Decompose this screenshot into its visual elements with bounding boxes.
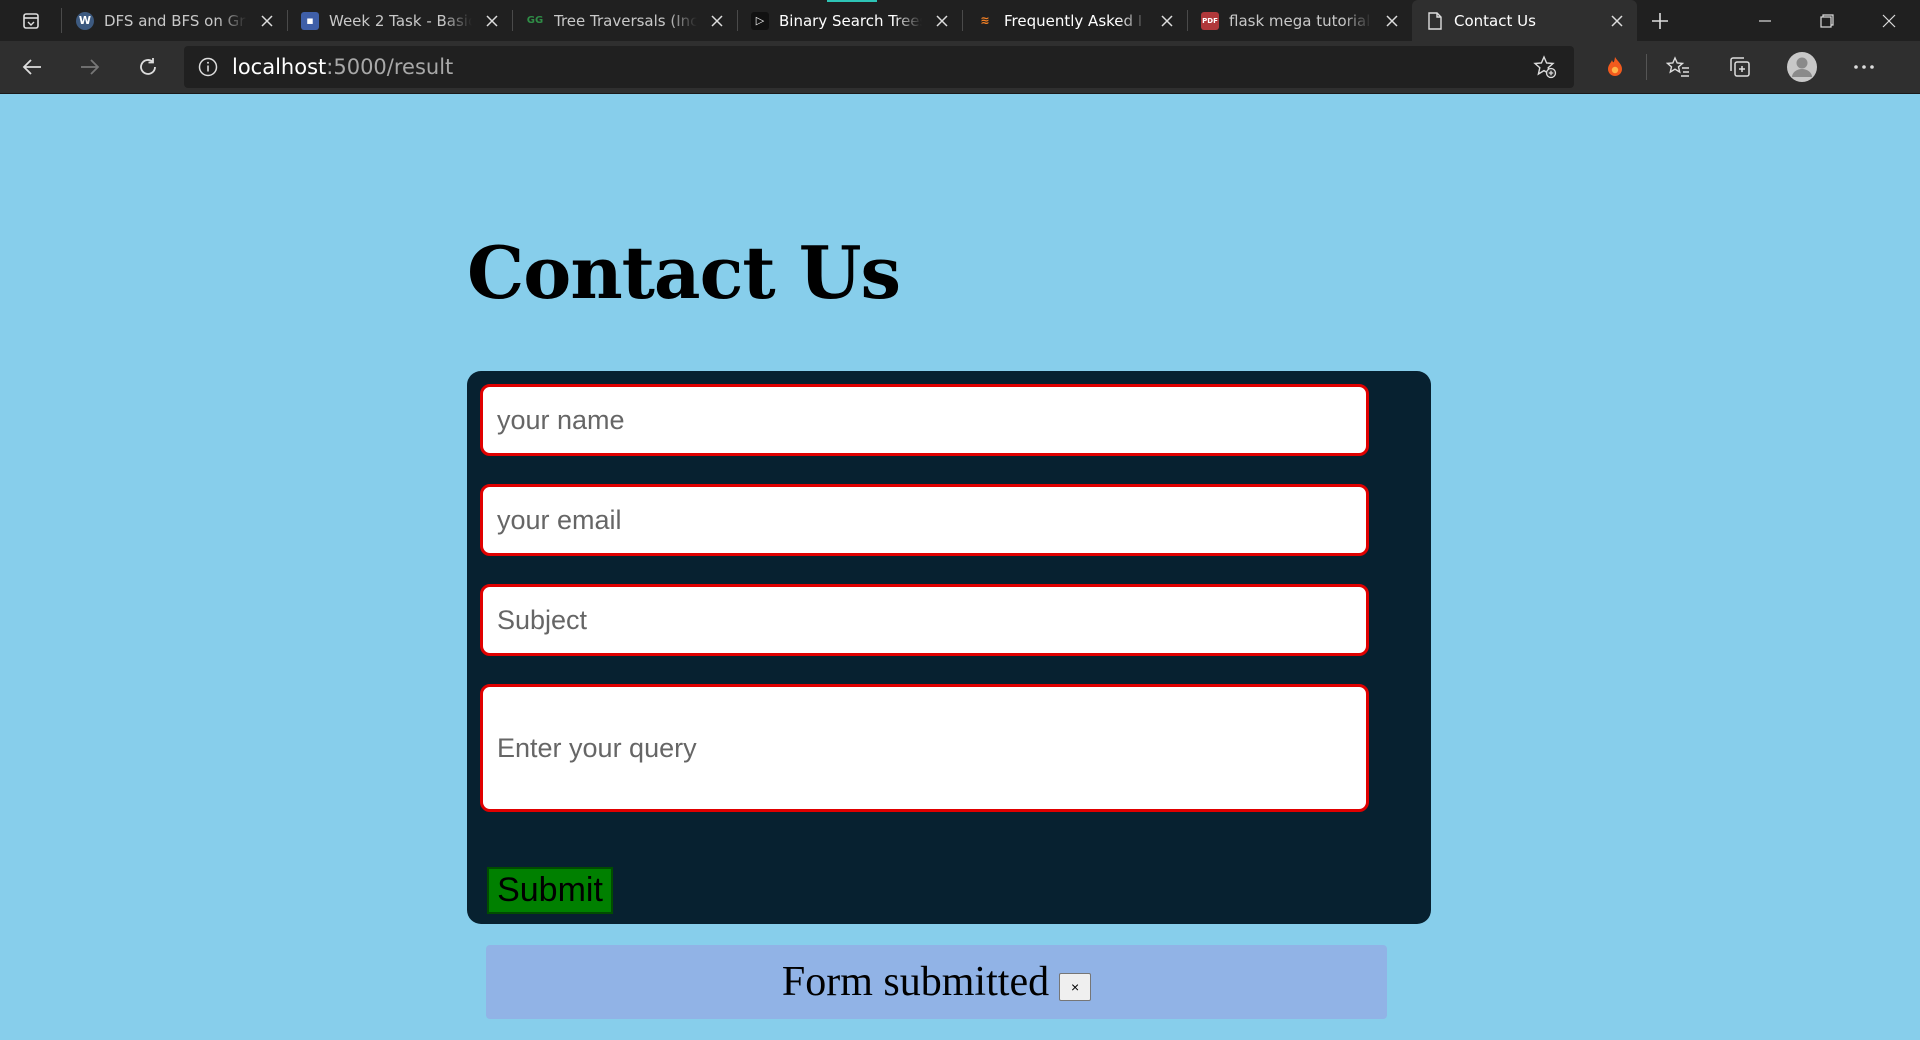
stack-icon: ≋	[980, 14, 990, 27]
new-tab-button[interactable]	[1637, 0, 1683, 41]
page-icon	[1426, 11, 1444, 30]
minimize-icon	[1759, 19, 1771, 22]
subject-input[interactable]	[480, 584, 1369, 656]
tab-title: Contact Us	[1454, 11, 1536, 30]
tab-title: Tree Traversals (Inc	[554, 11, 697, 30]
star-plus-icon	[1533, 55, 1557, 79]
collections-button[interactable]	[1709, 47, 1771, 87]
tab-title: DFS and BFS on Gr	[104, 11, 246, 30]
more-dots-icon	[1854, 65, 1874, 69]
submit-button[interactable]: Submit	[487, 867, 613, 914]
refresh-button[interactable]	[122, 47, 174, 87]
profile-button[interactable]	[1771, 47, 1833, 87]
extension-button[interactable]	[1584, 47, 1646, 87]
alert-message: Form submitted	[781, 959, 1050, 1005]
avatar-icon	[1787, 52, 1817, 82]
tab-title: flask mega tutorial	[1229, 11, 1371, 30]
pdf-icon: PDF	[1201, 11, 1219, 30]
query-textarea[interactable]	[480, 684, 1369, 812]
info-icon	[198, 57, 218, 77]
tab-week2-task[interactable]: ▪ Week 2 Task - Basic	[287, 0, 512, 41]
tab-contact-us[interactable]: Contact Us	[1412, 0, 1637, 41]
favorites-button[interactable]	[1647, 47, 1709, 87]
close-tab-icon[interactable]	[1382, 11, 1402, 31]
collections-icon	[1730, 57, 1750, 77]
refresh-icon	[140, 58, 156, 75]
tab-binary-search-trees[interactable]: ▷ Binary Search Trees	[737, 0, 962, 41]
tab-strip: W DFS and BFS on Gr ▪ Week 2 Task - Basi…	[0, 0, 1920, 41]
form-submitted-alert: Form submitted ×	[486, 945, 1387, 1019]
tab-title: Week 2 Task - Basic	[329, 11, 472, 30]
back-button[interactable]	[6, 47, 58, 87]
url-host: localhost	[232, 55, 327, 79]
forward-button[interactable]	[64, 47, 116, 87]
name-input[interactable]	[480, 384, 1369, 456]
close-tab-icon[interactable]	[1157, 11, 1177, 31]
page-title: Contact Us	[467, 230, 901, 315]
plus-icon	[1652, 12, 1668, 29]
close-tab-icon[interactable]	[257, 11, 277, 31]
close-tab-icon[interactable]	[932, 11, 952, 31]
email-input[interactable]	[480, 484, 1369, 556]
url-path: :5000/result	[326, 55, 454, 79]
wordpress-icon: W	[76, 11, 94, 30]
profile-card-icon: ▪	[301, 11, 319, 30]
tabstrip-spacer	[1683, 0, 1734, 41]
gfg-icon: GG	[526, 15, 544, 26]
arrow-right-icon	[81, 59, 100, 75]
address-bar[interactable]: localhost:5000/result	[184, 46, 1574, 88]
arrow-left-icon	[22, 59, 41, 75]
restore-icon	[1820, 13, 1834, 28]
tab-frequently-asked[interactable]: ≋ Frequently Asked I	[962, 0, 1187, 41]
minimize-button[interactable]	[1734, 0, 1796, 41]
tab-dfs-bfs[interactable]: W DFS and BFS on Gr	[62, 0, 287, 41]
tab-title: Binary Search Trees	[779, 11, 922, 30]
add-favorite-button[interactable]	[1530, 55, 1560, 79]
tab-actions-button[interactable]	[0, 8, 62, 33]
tab-flask-mega-tutorial[interactable]: PDF flask mega tutorial	[1187, 0, 1412, 41]
contact-form: Submit	[467, 371, 1431, 924]
browser-toolbar: localhost:5000/result	[0, 41, 1920, 94]
close-tab-icon[interactable]	[482, 11, 502, 31]
tab-tree-traversals[interactable]: GG Tree Traversals (Inc	[512, 0, 737, 41]
favorites-list-icon	[1666, 56, 1689, 77]
play-logo-icon: ▷	[751, 11, 769, 30]
restore-button[interactable]	[1796, 0, 1858, 41]
settings-more-button[interactable]	[1833, 47, 1895, 87]
close-icon	[1882, 14, 1896, 27]
tab-actions-icon	[22, 12, 39, 29]
close-tab-icon[interactable]	[707, 11, 727, 31]
close-window-button[interactable]	[1858, 0, 1920, 41]
alert-close-button[interactable]: ×	[1059, 973, 1092, 1001]
toolbar-right	[1584, 47, 1895, 87]
tab-title: Frequently Asked I	[1004, 11, 1143, 30]
extension-flame-icon	[1608, 57, 1622, 76]
url-text[interactable]: localhost:5000/result	[232, 55, 453, 79]
close-tab-icon[interactable]	[1607, 11, 1627, 31]
